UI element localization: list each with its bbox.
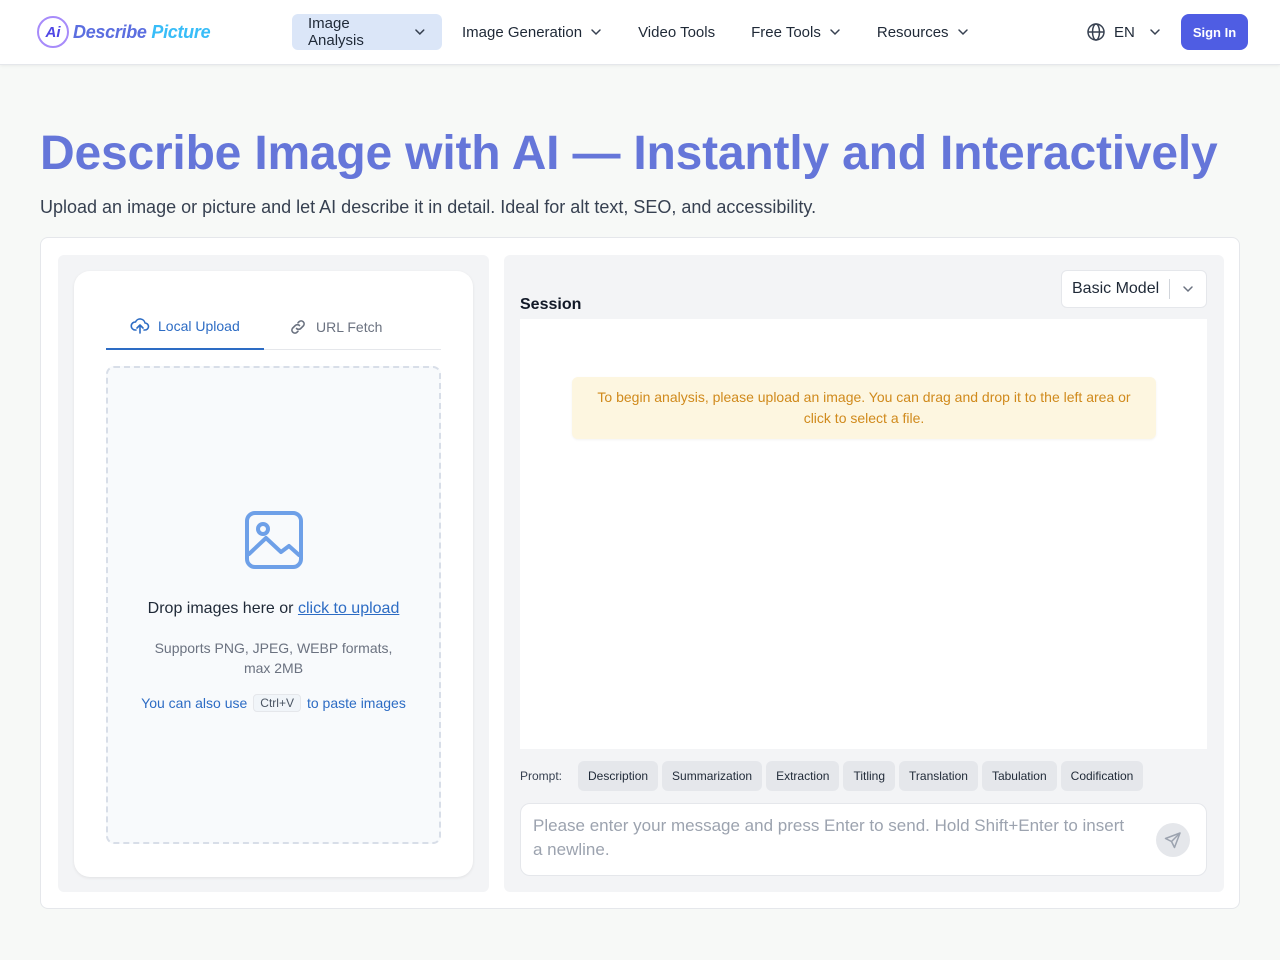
nav-image-analysis[interactable]: Image Analysis xyxy=(292,14,442,50)
logo-text-main: Describe xyxy=(73,21,147,42)
logo-text: Describe Picture xyxy=(73,21,211,43)
sign-in-button[interactable]: Sign In xyxy=(1181,14,1248,50)
send-icon xyxy=(1164,832,1181,849)
page-subtitle: Upload an image or picture and let AI de… xyxy=(40,197,817,217)
chevron-down-icon xyxy=(1183,286,1193,293)
click-to-upload-link[interactable]: click to upload xyxy=(298,600,399,617)
nav-label: Resources xyxy=(876,23,949,41)
cloud-upload-icon xyxy=(130,317,150,334)
language-label: EN xyxy=(1114,23,1135,41)
globe-icon xyxy=(1087,23,1105,41)
select-toggle[interactable] xyxy=(1170,283,1206,295)
language-selector[interactable]: EN xyxy=(1086,14,1161,50)
upload-card: Local Upload URL Fetch Drop images here … xyxy=(74,271,473,877)
main-nav: Image Analysis Image Generation Video To… xyxy=(292,14,989,50)
prompt-chip-titling[interactable]: Titling xyxy=(843,761,896,791)
prompt-chip-tabulation[interactable]: Tabulation xyxy=(981,761,1057,791)
chevron-down-icon xyxy=(415,29,425,35)
logo[interactable]: Ai Describe Picture xyxy=(37,14,211,50)
prompt-label: Prompt: xyxy=(520,769,563,783)
prompt-chip-extraction[interactable]: Extraction xyxy=(766,761,840,791)
message-input[interactable] xyxy=(533,814,1133,866)
nav-video-tools[interactable]: Video Tools xyxy=(622,14,731,50)
drop-instructions: Drop images here or click to upload xyxy=(108,600,439,618)
upload-panel: Local Upload URL Fetch Drop images here … xyxy=(58,255,489,892)
tab-url-fetch[interactable]: URL Fetch xyxy=(264,303,406,350)
prompt-chips: Prompt: Description Summarization Extrac… xyxy=(520,761,1144,791)
message-composer xyxy=(520,803,1207,876)
image-dropzone[interactable]: Drop images here or click to upload Supp… xyxy=(106,366,441,844)
send-button[interactable] xyxy=(1156,823,1190,857)
logo-text-accent: Picture xyxy=(151,21,211,42)
upload-tabs: Local Upload URL Fetch xyxy=(106,303,441,350)
logo-badge: Ai xyxy=(37,16,69,48)
upload-notice: To begin analysis, please upload an imag… xyxy=(572,377,1156,439)
nav-label: Video Tools xyxy=(638,23,716,41)
prompt-chip-description[interactable]: Description xyxy=(578,761,659,791)
tab-label: URL Fetch xyxy=(316,318,383,335)
top-header: Ai Describe Picture Image Analysis Image… xyxy=(0,0,1280,65)
chevron-down-icon xyxy=(830,29,840,36)
prompt-chip-translation[interactable]: Translation xyxy=(899,761,978,791)
chat-area: To begin analysis, please upload an imag… xyxy=(520,319,1207,749)
nav-free-tools[interactable]: Free Tools xyxy=(735,14,857,50)
prompt-chip-summarization[interactable]: Summarization xyxy=(662,761,763,791)
model-select-value: Basic Model xyxy=(1072,280,1160,297)
tab-local-upload[interactable]: Local Upload xyxy=(106,303,264,350)
nav-label: Image Analysis xyxy=(308,15,364,49)
drop-text: Drop images here or xyxy=(147,600,294,617)
tab-label: Local Upload xyxy=(158,317,240,334)
session-title: Session xyxy=(520,296,582,313)
chevron-down-icon xyxy=(591,29,601,36)
paste-hint: You can also use Ctrl+V to paste images xyxy=(108,694,439,712)
nav-resources[interactable]: Resources xyxy=(861,14,985,50)
page-title: Describe Image with AI — Instantly and I… xyxy=(40,127,1218,180)
image-icon xyxy=(245,511,303,569)
prompt-chip-codification[interactable]: Codification xyxy=(1060,761,1144,791)
paste-prefix: You can also use xyxy=(141,695,248,711)
paste-shortcut-key: Ctrl+V xyxy=(253,694,301,712)
session-panel: Session Basic Model To begin analysis, p… xyxy=(504,255,1224,892)
tool-card: Local Upload URL Fetch Drop images here … xyxy=(40,237,1240,909)
link-icon xyxy=(291,319,305,334)
model-select[interactable]: Basic Model xyxy=(1061,270,1207,308)
nav-image-generation[interactable]: Image Generation xyxy=(446,14,618,50)
chevron-down-icon xyxy=(1150,29,1160,36)
nav-label: Free Tools xyxy=(751,23,821,41)
paste-suffix: to paste images xyxy=(306,695,406,711)
chevron-down-icon xyxy=(957,29,968,36)
nav-label: Image Generation xyxy=(462,23,583,41)
supported-formats: Supports PNG, JPEG, WEBP formats, max 2M… xyxy=(154,640,393,676)
